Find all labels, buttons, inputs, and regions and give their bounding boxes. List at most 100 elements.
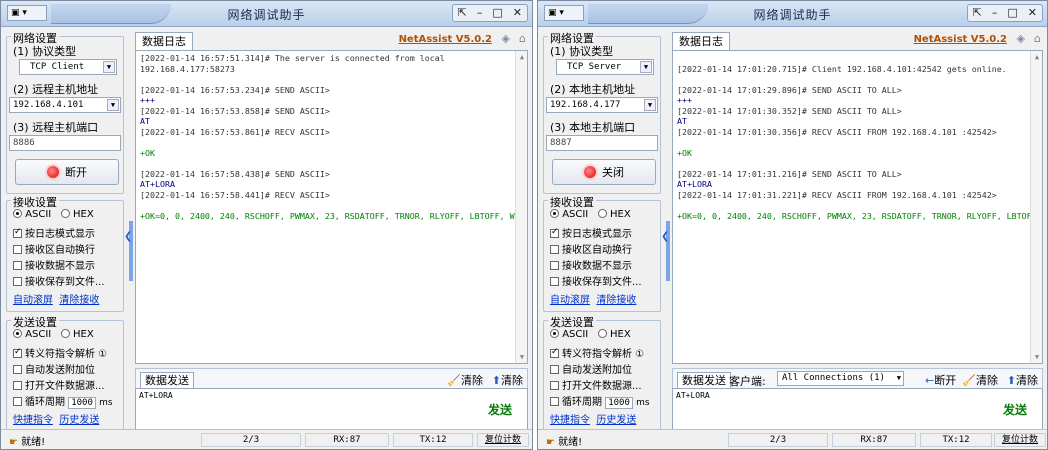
send-option[interactable]: 自动发送附加位 xyxy=(550,361,632,376)
clear-receive-link[interactable]: 清除接收 xyxy=(59,295,99,306)
log-scrollbar[interactable]: ▲ ▼ xyxy=(515,51,527,363)
send-option[interactable]: 打开文件数据源... xyxy=(550,377,642,392)
recv-option[interactable]: 接收保存到文件... xyxy=(13,273,105,288)
minimize-button[interactable]: – xyxy=(472,5,488,21)
disconnect-button[interactable]: 断开 xyxy=(15,159,119,185)
radio-hex[interactable] xyxy=(597,329,607,338)
scroll-up-icon[interactable]: ▲ xyxy=(1031,51,1042,63)
tab-log[interactable]: 数据日志 xyxy=(672,32,730,50)
title-bar[interactable]: ▣ ▾ 网络调试助手 ⇱ – □ ✕ xyxy=(1,1,532,27)
reset-count-button[interactable]: 复位计数 xyxy=(477,433,529,447)
checkbox[interactable] xyxy=(550,381,559,390)
log-area[interactable]: [2022-01-14 16:57:51.314]# The server is… xyxy=(135,50,528,364)
collapse-arrow-icon[interactable]: ❮ xyxy=(661,231,669,242)
netassist-link[interactable]: NetAssist V5.0.2 xyxy=(914,34,1007,45)
chevron-down-icon[interactable]: ▼ xyxy=(107,99,119,111)
send-button[interactable]: 发送 xyxy=(993,398,1037,422)
clear-all-button[interactable]: ⬆清除 xyxy=(492,372,523,388)
auto-scroll-link[interactable]: 自动滚屏 xyxy=(13,295,53,306)
send-button[interactable]: 发送 xyxy=(478,398,522,422)
shortcut-link[interactable]: 快捷指令 xyxy=(13,415,53,426)
radio-hex[interactable] xyxy=(597,209,607,218)
send-input[interactable]: AT+LORA xyxy=(672,388,1043,430)
close-button[interactable]: ✕ xyxy=(1023,5,1042,21)
radio-hex[interactable] xyxy=(60,209,70,218)
checkbox[interactable] xyxy=(13,227,22,238)
send-input[interactable]: AT+LORA xyxy=(135,388,528,430)
checkbox[interactable] xyxy=(550,245,559,254)
pin-icon[interactable]: ⇱ xyxy=(453,5,472,21)
clear-send-button[interactable]: 🧹清除 xyxy=(447,372,483,388)
checkbox[interactable] xyxy=(550,261,559,270)
host-select[interactable]: 192.168.4.101 ▼ xyxy=(9,97,121,113)
close-button[interactable]: ✕ xyxy=(508,5,527,21)
title-bar[interactable]: ▣ ▾ 网络调试助手 ⇱ – □ ✕ xyxy=(538,1,1047,27)
history-link[interactable]: 历史发送 xyxy=(596,415,636,426)
send-option[interactable]: 打开文件数据源... xyxy=(13,377,105,392)
checkbox[interactable] xyxy=(13,245,22,254)
bell-icon[interactable]: ⌂ xyxy=(519,32,526,45)
reset-count-button[interactable]: 复位计数 xyxy=(994,433,1046,447)
checkbox[interactable] xyxy=(13,347,22,358)
connections-select[interactable]: All Connections (1) ▼ xyxy=(777,371,904,386)
auto-scroll-link[interactable]: 自动滚屏 xyxy=(550,295,590,306)
settings-icon[interactable]: ◈ xyxy=(1017,32,1025,45)
checkbox[interactable] xyxy=(550,227,559,238)
settings-icon[interactable]: ◈ xyxy=(502,32,510,45)
send-option[interactable]: 自动发送附加位 xyxy=(13,361,95,376)
scroll-up-icon[interactable]: ▲ xyxy=(516,51,527,63)
recv-option[interactable]: 接收保存到文件... xyxy=(550,273,642,288)
scroll-down-icon[interactable]: ▼ xyxy=(516,351,527,363)
recv-option[interactable]: 按日志模式显示 xyxy=(13,225,95,240)
chevron-down-icon[interactable]: ▼ xyxy=(644,99,656,111)
bell-icon[interactable]: ⌂ xyxy=(1034,32,1041,45)
recv-option[interactable]: 接收区自动换行 xyxy=(550,241,632,256)
port-input[interactable]: 8887 xyxy=(546,135,658,151)
checkbox[interactable] xyxy=(550,365,559,374)
collapse-arrow-icon[interactable]: ❮ xyxy=(124,231,132,242)
clear-send-button[interactable]: 🧹清除 xyxy=(962,372,998,388)
recv-option[interactable]: 接收数据不显示 xyxy=(13,257,95,272)
disconnect-client-button[interactable]: ←断开 xyxy=(925,372,956,388)
checkbox[interactable] xyxy=(550,277,559,286)
send-option[interactable]: 转义符指令解析 ① xyxy=(13,345,107,360)
recv-option[interactable]: 接收区自动换行 xyxy=(13,241,95,256)
checkbox[interactable] xyxy=(550,347,559,358)
clear-receive-link[interactable]: 清除接收 xyxy=(596,295,636,306)
recv-option[interactable]: 接收数据不显示 xyxy=(550,257,632,272)
radio-ascii[interactable] xyxy=(13,209,22,218)
period-input[interactable]: 1000 xyxy=(605,397,633,409)
protocol-select[interactable]: TCP Client ▼ xyxy=(19,59,117,75)
clear-all-button[interactable]: ⬆清除 xyxy=(1007,372,1038,388)
chevron-down-icon[interactable]: ▼ xyxy=(640,61,652,73)
history-link[interactable]: 历史发送 xyxy=(59,415,99,426)
radio-ascii[interactable] xyxy=(550,209,559,218)
checkbox[interactable] xyxy=(13,365,22,374)
chevron-down-icon[interactable]: ▼ xyxy=(897,372,901,385)
port-input[interactable]: 8886 xyxy=(9,135,121,151)
checkbox[interactable] xyxy=(13,261,22,270)
close-server-button[interactable]: 关闭 xyxy=(552,159,656,185)
recv-option[interactable]: 按日志模式显示 xyxy=(550,225,632,240)
send-option[interactable]: 转义符指令解析 ① xyxy=(550,345,644,360)
protocol-select[interactable]: TCP Server ▼ xyxy=(556,59,654,75)
netassist-link[interactable]: NetAssist V5.0.2 xyxy=(399,34,492,45)
maximize-button[interactable]: □ xyxy=(1002,5,1022,21)
radio-hex[interactable] xyxy=(60,329,70,338)
checkbox[interactable] xyxy=(550,397,559,406)
tab-send[interactable]: 数据发送 xyxy=(677,372,731,389)
maximize-button[interactable]: □ xyxy=(487,5,507,21)
pin-icon[interactable]: ⇱ xyxy=(968,5,987,21)
scroll-down-icon[interactable]: ▼ xyxy=(1031,351,1042,363)
radio-ascii[interactable] xyxy=(13,329,22,338)
send-option[interactable]: 循环周期 1000 ms xyxy=(13,393,113,409)
radio-ascii[interactable] xyxy=(550,329,559,338)
chevron-down-icon[interactable]: ▼ xyxy=(103,61,115,73)
log-area[interactable]: [2022-01-14 17:01:20.715]# Client 192.16… xyxy=(672,50,1043,364)
send-option[interactable]: 循环周期 1000 ms xyxy=(550,393,650,409)
tab-log[interactable]: 数据日志 xyxy=(135,32,193,50)
checkbox[interactable] xyxy=(13,277,22,286)
checkbox[interactable] xyxy=(13,381,22,390)
minimize-button[interactable]: – xyxy=(987,5,1003,21)
host-select[interactable]: 192.168.4.177 ▼ xyxy=(546,97,658,113)
